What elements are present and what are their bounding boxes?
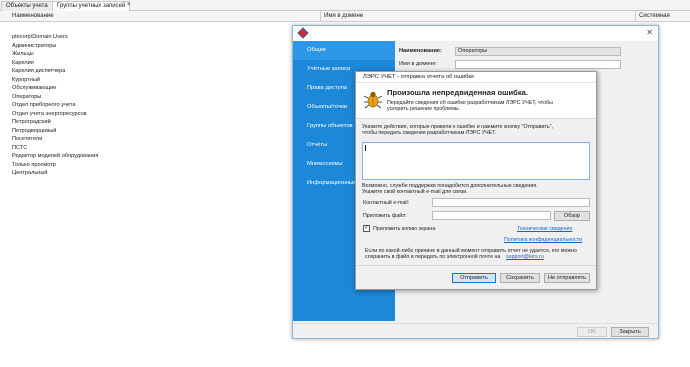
error-subtext: ускорить решение проблемы. (387, 106, 461, 112)
app-logo-icon (297, 27, 309, 39)
table-row[interactable]: Петроградский (0, 118, 300, 127)
column-header-name[interactable]: Наименование (12, 13, 54, 19)
bug-icon (363, 91, 383, 109)
ok-button[interactable]: OK (577, 327, 607, 337)
tab-close-icon[interactable]: × (127, 2, 131, 8)
column-header-system[interactable]: Системная (639, 13, 670, 19)
error-headline: Произошла непредвиденная ошибка. (387, 88, 528, 97)
table-row[interactable]: Курортный (0, 76, 300, 85)
grid-header: Наименование Имя в домене Системная (0, 11, 690, 22)
dialog-header: Произошла непредвиденная ошибка. Передай… (356, 83, 596, 119)
email-field[interactable] (432, 198, 590, 207)
dialog-footer: Отправить Сохранить Не отправлять (356, 265, 596, 289)
comment-textarea[interactable] (362, 142, 590, 180)
text-caret (365, 145, 366, 151)
name-label: Наименование: (399, 48, 442, 54)
file-path-field[interactable] (432, 211, 551, 220)
table-row[interactable]: Операторы (0, 93, 300, 102)
table-row[interactable]: Отдел учета энергоресурсов (0, 110, 300, 119)
domain-label: Имя в домене: (399, 61, 438, 67)
name-field[interactable]: Операторы (455, 47, 621, 56)
nav-item-general[interactable]: Общие (293, 41, 395, 60)
email-label: Контактный e-mail: (363, 200, 410, 206)
table-row[interactable]: Отдел приборного учета (0, 101, 300, 110)
file-label: Приложить файл: (363, 213, 407, 219)
table-row[interactable]: Центральный (0, 169, 300, 178)
close-button[interactable]: Закрыть (611, 327, 649, 337)
privacy-policy-link[interactable]: Политика конфиденциальности (504, 237, 582, 243)
instruction-text: чтобы передать сведения разработчикам ЛЭ… (362, 130, 497, 136)
table-row[interactable]: Жильцы (0, 50, 300, 59)
table-row[interactable]: Только просмотр (0, 161, 300, 170)
support-email-link[interactable]: support@lers.ru (506, 254, 544, 260)
attach-screenshot-label: Приложить копию экрана (373, 226, 436, 232)
table-row[interactable]: Петродворцовый (0, 127, 300, 136)
table-row[interactable]: ПСТС (0, 144, 300, 153)
table-row[interactable]: Посетители (0, 135, 300, 144)
column-separator (320, 11, 321, 22)
table-row[interactable]: Обслуживающие (0, 84, 300, 93)
attach-screenshot-checkbox[interactable]: ✓ (363, 225, 370, 232)
column-separator (635, 11, 636, 22)
tech-details-link[interactable]: Технические сведения (517, 226, 572, 232)
close-icon[interactable]: ✕ (646, 28, 653, 37)
table-row[interactable]: Редактор моделей оборудования (0, 152, 300, 161)
send-button[interactable]: Отправить (452, 273, 496, 283)
dialog-title: ЛЭРС УЧЕТ - отправка отчета об ошибке (356, 72, 596, 83)
table-row[interactable]: Администраторы (0, 42, 300, 51)
support-text: Укажите свой контактный e-mail для связи… (362, 189, 468, 195)
tab-account-groups[interactable]: Группы учетных записей (52, 1, 131, 11)
dont-send-button[interactable]: Не отправлять (544, 273, 590, 283)
table-row[interactable]: Карелия (0, 59, 300, 68)
grid-rows: ptecorp\Domain Users Администраторы Жиль… (0, 33, 300, 178)
fallback-note: сохранить в файл и передать по электронн… (365, 254, 501, 260)
window-footer: OK Закрыть (293, 323, 658, 338)
tab-accounting-objects[interactable]: Объекты учета (1, 1, 53, 11)
save-button[interactable]: Сохранить (500, 273, 540, 283)
table-row[interactable]: Карелия диспетчера (0, 67, 300, 76)
window-titlebar: ✕ (293, 26, 658, 41)
browse-button[interactable]: Обзор (554, 211, 590, 221)
table-row[interactable]: ptecorp\Domain Users (0, 33, 300, 42)
tab-bar: Объекты учета Группы учетных записей × (0, 0, 690, 11)
domain-field[interactable] (455, 60, 621, 69)
error-report-dialog: ЛЭРС УЧЕТ - отправка отчета об ошибке Пр… (355, 71, 597, 290)
column-header-domain[interactable]: Имя в домене (324, 13, 363, 19)
